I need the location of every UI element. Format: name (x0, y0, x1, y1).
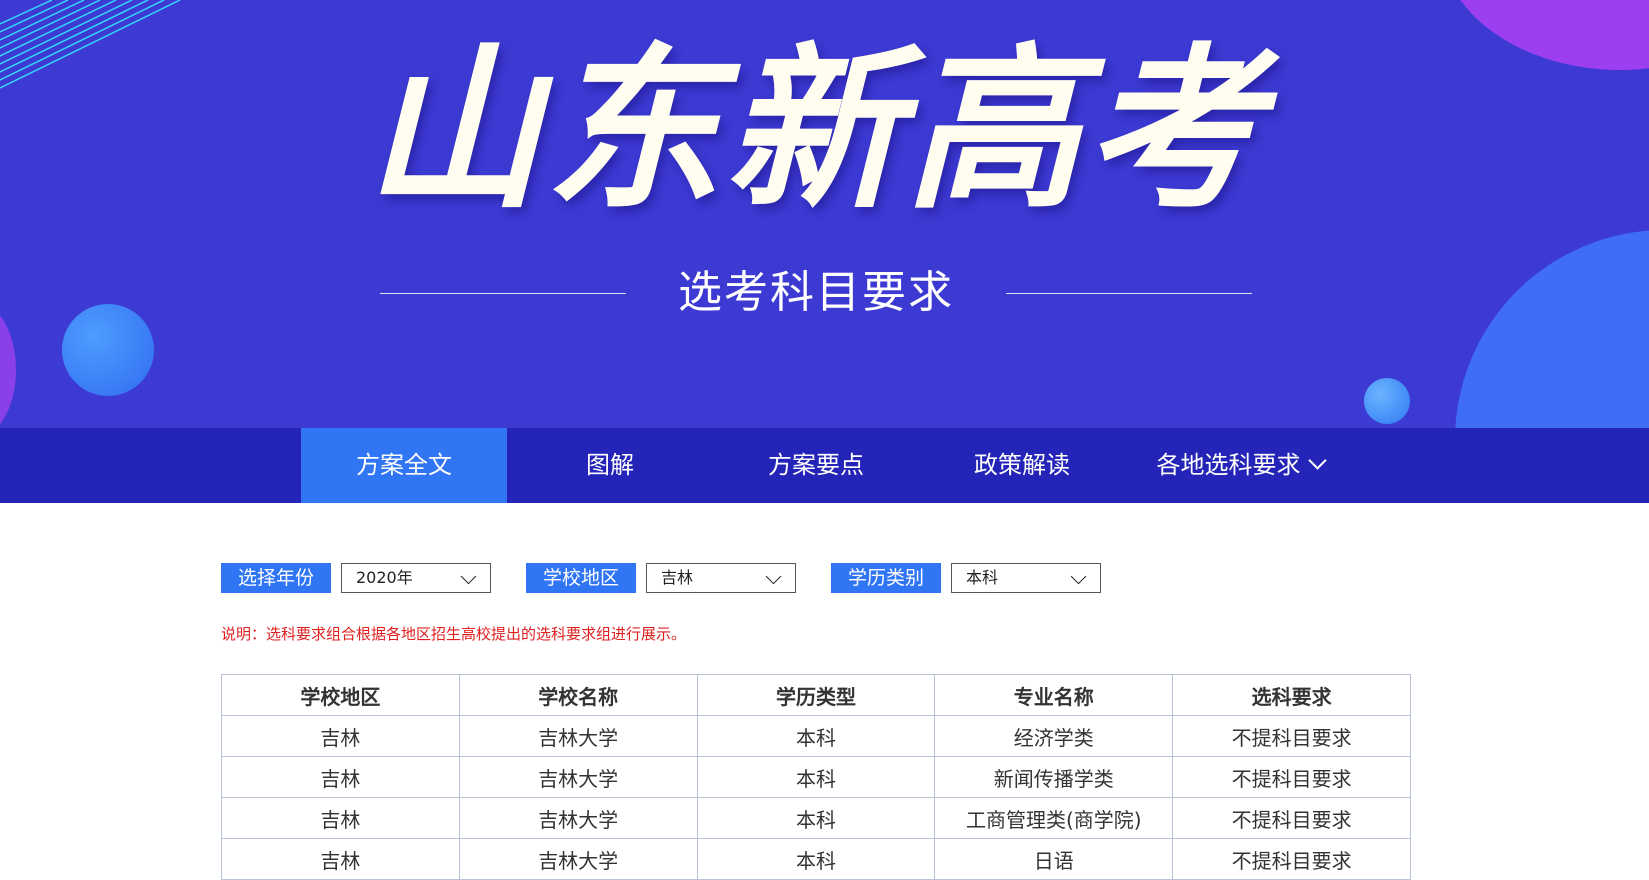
nav-item-illustration[interactable]: 图解 (507, 428, 713, 503)
year-select[interactable]: 2020年 (341, 563, 491, 593)
year-select-value: 2020年 (356, 568, 413, 587)
cell-major: 工商管理类(商学院) (934, 797, 1174, 839)
nav-item-label: 图解 (586, 451, 634, 479)
cell-school: 吉林大学 (458, 756, 698, 798)
table-row: 吉林 吉林大学 本科 日语 不提科目要求 (221, 838, 1411, 880)
cell-major: 经济学类 (934, 715, 1174, 757)
chevron-down-icon (1307, 451, 1327, 470)
banner-title-wrap: 山东新高考 (350, 20, 1280, 240)
banner-subtitle: 选考科目要求 (678, 267, 954, 318)
decor-ball-left (62, 304, 154, 396)
main-nav: 方案全文 图解 方案要点 政策解读 各地选科要求 (0, 428, 1649, 503)
nav-item-label: 政策解读 (974, 451, 1070, 479)
nav-item-label: 各地选科要求 (1156, 451, 1301, 479)
decor-circle-top-right (1440, 0, 1649, 70)
region-select[interactable]: 吉林 (646, 563, 796, 593)
cell-level: 本科 (696, 838, 936, 880)
banner-title: 山东新高考 (364, 26, 1265, 233)
column-header-requirement: 选科要求 (1172, 674, 1411, 716)
nav-item-policy[interactable]: 政策解读 (919, 428, 1125, 503)
region-select-value: 吉林 (661, 568, 694, 587)
requirements-table: 学校地区 学校名称 学历类型 专业名称 选科要求 吉林 吉林大学 本科 经济学类… (221, 674, 1411, 880)
column-header-school: 学校名称 (458, 674, 698, 716)
cell-school: 吉林大学 (458, 797, 698, 839)
chevron-down-icon (765, 568, 782, 585)
region-filter-label: 学校地区 (526, 563, 636, 593)
column-header-region: 学校地区 (221, 674, 460, 716)
cell-region: 吉林 (221, 715, 460, 757)
cell-region: 吉林 (221, 756, 460, 798)
cell-level: 本科 (696, 797, 936, 839)
cell-level: 本科 (696, 756, 936, 798)
table-row: 吉林 吉林大学 本科 工商管理类(商学院) 不提科目要求 (221, 797, 1411, 839)
column-header-major: 专业名称 (934, 674, 1174, 716)
cell-region: 吉林 (221, 838, 460, 880)
nav-item-label: 方案要点 (768, 451, 864, 479)
decor-lines-top-left (0, 0, 181, 89)
level-filter-label: 学历类别 (831, 563, 941, 593)
cell-school: 吉林大学 (458, 838, 698, 880)
nav-item-key-points[interactable]: 方案要点 (713, 428, 919, 503)
table-row: 吉林 吉林大学 本科 经济学类 不提科目要求 (221, 715, 1411, 757)
nav-item-regional-requirements[interactable]: 各地选科要求 (1125, 428, 1355, 503)
year-filter-label: 选择年份 (221, 563, 331, 593)
level-select-value: 本科 (966, 568, 999, 587)
chevron-down-icon (460, 568, 477, 585)
cell-major: 日语 (934, 838, 1174, 880)
table-header-row: 学校地区 学校名称 学历类型 专业名称 选科要求 (221, 674, 1411, 716)
cell-school: 吉林大学 (458, 715, 698, 757)
nav-item-label: 方案全文 (356, 451, 452, 479)
chevron-down-icon (1070, 568, 1087, 585)
decor-circle-right (1455, 230, 1649, 428)
note-text: 说明：选科要求组合根据各地区招生高校提出的选科要求组进行展示。 (221, 625, 687, 643)
cell-requirement: 不提科目要求 (1172, 838, 1411, 880)
cell-requirement: 不提科目要求 (1172, 756, 1411, 798)
cell-level: 本科 (696, 715, 936, 757)
cell-requirement: 不提科目要求 (1172, 715, 1411, 757)
nav-item-full-text[interactable]: 方案全文 (301, 428, 507, 503)
cell-region: 吉林 (221, 797, 460, 839)
banner-subtitle-row: 选考科目要求 (380, 262, 1252, 324)
cell-major: 新闻传播学类 (934, 756, 1174, 798)
table-row: 吉林 吉林大学 本科 新闻传播学类 不提科目要求 (221, 756, 1411, 798)
banner: 山东新高考 选考科目要求 (0, 0, 1649, 428)
level-select[interactable]: 本科 (951, 563, 1101, 593)
column-header-level: 学历类型 (696, 674, 936, 716)
cell-requirement: 不提科目要求 (1172, 797, 1411, 839)
decor-circle-left (0, 300, 16, 428)
decor-ball-small (1364, 378, 1410, 424)
